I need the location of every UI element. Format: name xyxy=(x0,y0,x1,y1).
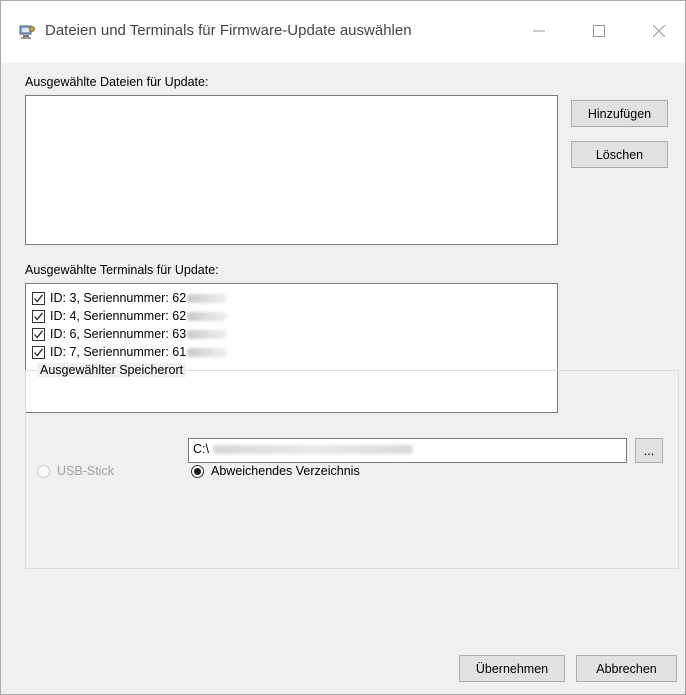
custom-directory-label: Abweichendes Verzeichnis xyxy=(211,464,360,478)
terminal-checkbox[interactable] xyxy=(32,327,45,341)
title-bar: Dateien und Terminals für Firmware-Updat… xyxy=(1,1,685,63)
apply-button[interactable]: Übernehmen xyxy=(459,655,565,682)
checkmark-icon xyxy=(34,293,44,303)
files-label: Ausgewählte Dateien für Update: xyxy=(25,75,209,89)
terminal-label: ID: 7, Seriennummer: 61 xyxy=(50,345,187,359)
minimize-icon xyxy=(533,30,545,32)
maximize-button[interactable] xyxy=(579,15,619,47)
terminal-checkbox[interactable] xyxy=(32,309,45,323)
files-listbox[interactable] xyxy=(25,95,558,245)
path-prefix: C:\ xyxy=(193,442,209,456)
terminal-label: ID: 3, Seriennummer: 62 xyxy=(50,291,187,305)
terminals-label: Ausgewählte Terminals für Update: xyxy=(25,263,219,277)
terminal-item[interactable]: ID: 7, Seriennummer: 61 xyxy=(32,343,228,361)
maximize-icon xyxy=(593,25,605,37)
usb-stick-label: USB-Stick xyxy=(57,464,114,478)
redacted-serial xyxy=(187,347,228,357)
cancel-button[interactable]: Abbrechen xyxy=(576,655,677,682)
redacted-serial xyxy=(187,311,228,321)
terminal-checkbox[interactable] xyxy=(32,345,45,359)
close-button[interactable] xyxy=(639,15,679,47)
custom-directory-radio[interactable]: Abweichendes Verzeichnis xyxy=(191,462,360,480)
redacted-serial xyxy=(187,293,228,303)
delete-file-button[interactable]: Löschen xyxy=(571,141,668,168)
window-title: Dateien und Terminals für Firmware-Updat… xyxy=(45,22,412,39)
terminal-checkbox[interactable] xyxy=(32,291,45,305)
add-file-button[interactable]: Hinzufügen xyxy=(571,100,668,127)
redacted-serial xyxy=(187,329,228,339)
checkmark-icon xyxy=(34,329,44,339)
directory-path-input[interactable]: C:\ xyxy=(188,438,627,463)
close-icon xyxy=(653,25,665,37)
checkmark-icon xyxy=(34,311,44,321)
browse-button[interactable]: ... xyxy=(635,438,663,463)
minimize-button[interactable] xyxy=(519,15,559,47)
terminal-item[interactable]: ID: 3, Seriennummer: 62 xyxy=(32,289,228,307)
storage-group-title: Ausgewählter Speicherort xyxy=(37,363,187,377)
checkmark-icon xyxy=(34,347,44,357)
terminal-item[interactable]: ID: 4, Seriennummer: 62 xyxy=(32,307,228,325)
dialog-window: Dateien und Terminals für Firmware-Updat… xyxy=(0,0,686,695)
redacted-path xyxy=(212,445,413,455)
usb-stick-radio[interactable]: USB-Stick xyxy=(37,462,114,480)
terminal-label: ID: 6, Seriennummer: 63 xyxy=(50,327,187,341)
app-computer-icon xyxy=(19,24,35,40)
terminal-label: ID: 4, Seriennummer: 62 xyxy=(50,309,187,323)
radio-selected-icon xyxy=(191,464,204,478)
radio-circle-icon xyxy=(37,464,50,478)
terminal-item[interactable]: ID: 6, Seriennummer: 63 xyxy=(32,325,228,343)
